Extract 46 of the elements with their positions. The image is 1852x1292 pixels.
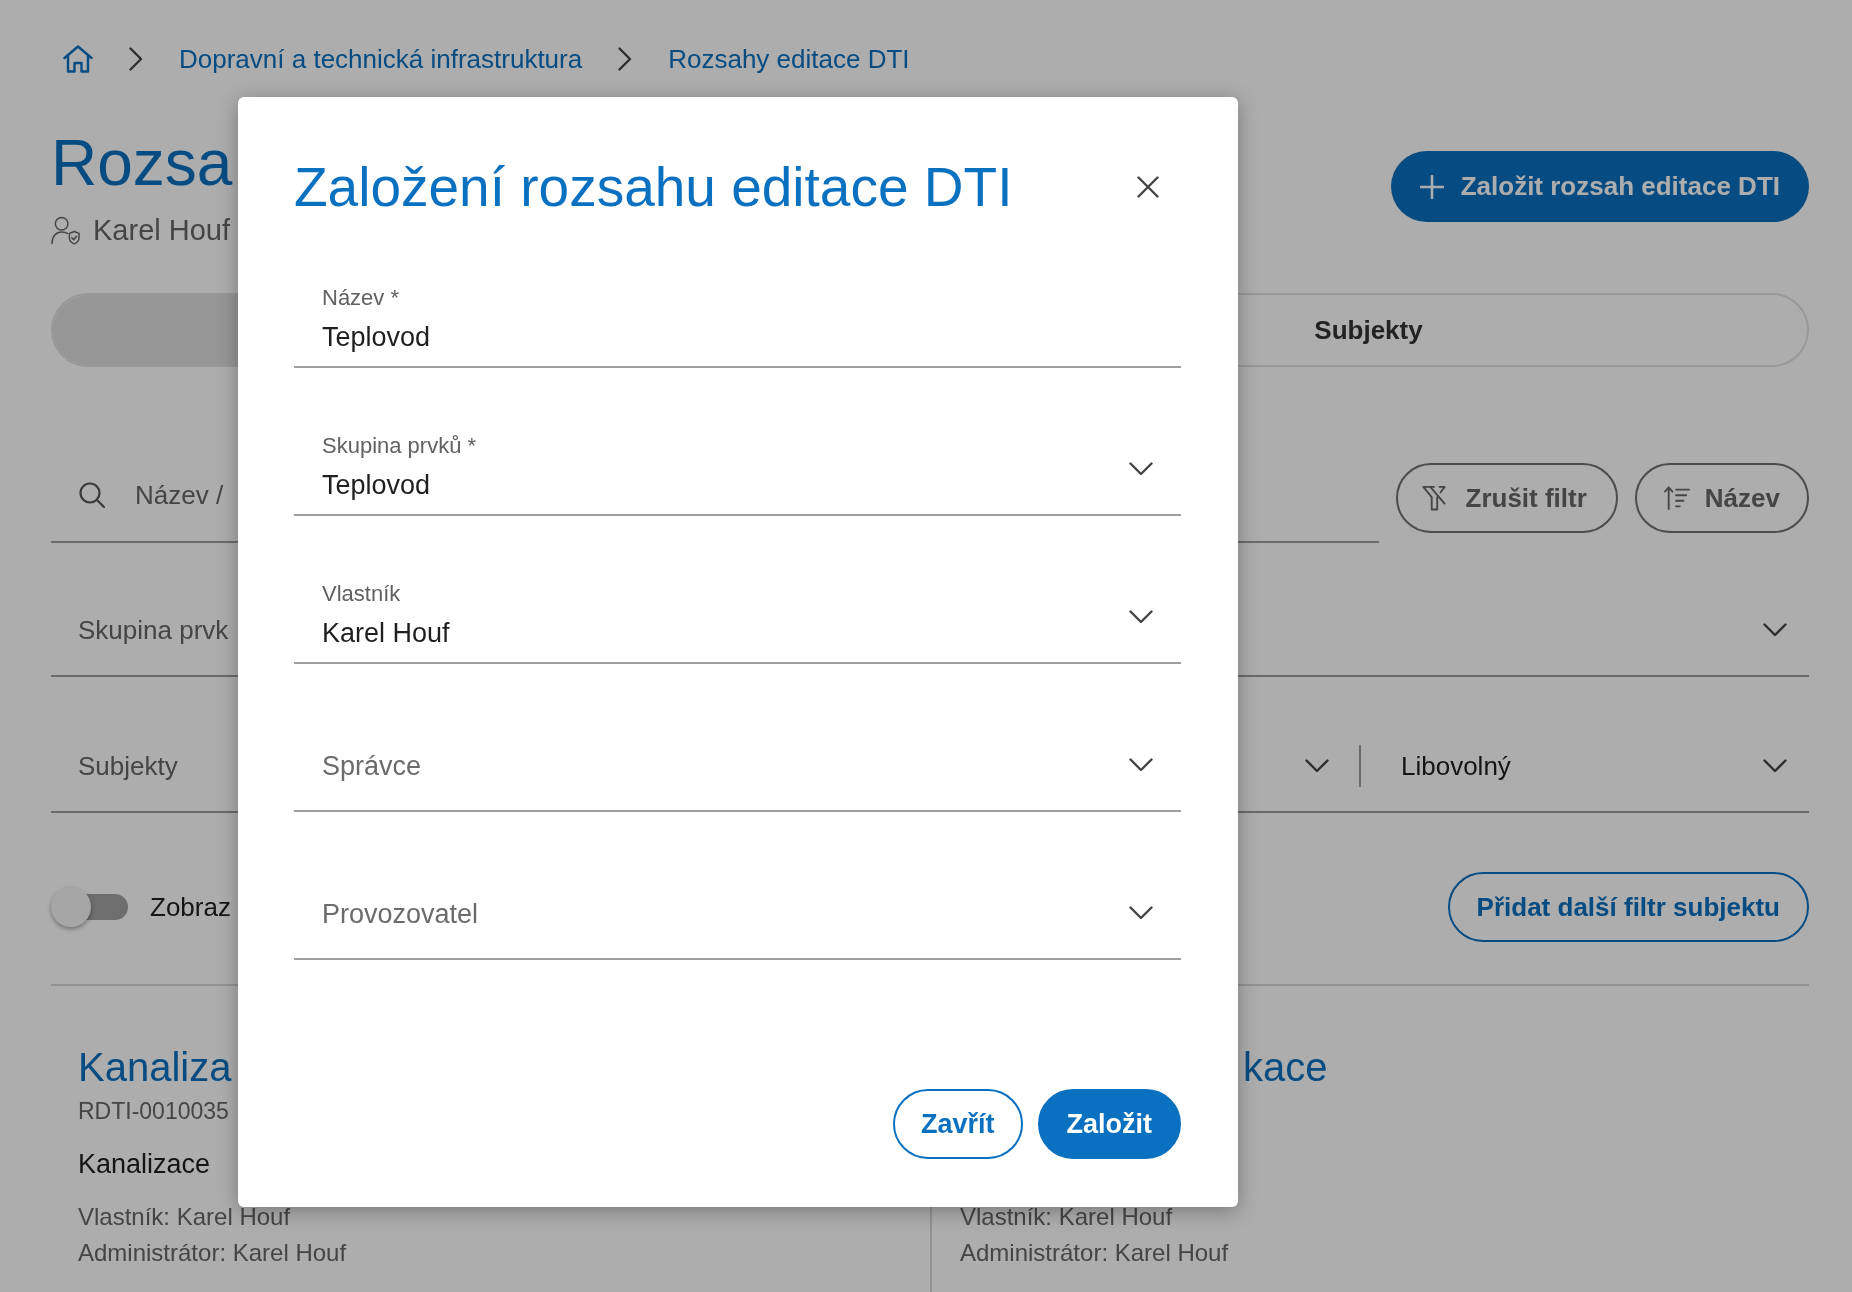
- chevron-down-icon: [1129, 906, 1153, 920]
- breadcrumb-link[interactable]: Dopravní a technická infrastruktura: [179, 41, 583, 77]
- tab[interactable]: Subjekty: [1314, 313, 1423, 347]
- chevron-down-icon: [1129, 610, 1153, 624]
- sort-button[interactable]: Název: [1634, 463, 1809, 533]
- close-icon[interactable]: [1137, 176, 1159, 198]
- select-field[interactable]: Libovolný: [1374, 735, 1809, 797]
- dialog-title: Založení rozsahu editace DTI: [294, 155, 1013, 220]
- select-field[interactable]: Provozovatel: [294, 850, 1181, 960]
- create-button[interactable]: Založit rozsah editace DTI: [1390, 151, 1809, 222]
- toggle-label: Zobraz: [150, 891, 231, 924]
- chevron-right-icon: [618, 47, 633, 71]
- sort-ascending-icon: [1663, 486, 1690, 510]
- card-title[interactable]: kace: [1243, 1043, 1328, 1091]
- chevron-down-icon: [1129, 758, 1153, 772]
- clear-filter-button[interactable]: Zrušit filtr: [1395, 463, 1618, 533]
- select-field[interactable]: Vlastník Karel Houf: [294, 554, 1181, 664]
- toggle-switch[interactable]: [51, 887, 128, 927]
- chevron-down-icon: [1305, 759, 1329, 773]
- page-title: Rozsa: [51, 126, 233, 201]
- select-field[interactable]: Skupina prvků * Teplovod: [294, 406, 1181, 516]
- close-button[interactable]: Zavřít: [892, 1089, 1023, 1159]
- card-title[interactable]: Kanaliza: [78, 1043, 232, 1091]
- submit-button[interactable]: Založit: [1037, 1089, 1181, 1159]
- breadcrumb-link[interactable]: Rozsahy editace DTI: [668, 41, 910, 77]
- card-group: Kanalizace: [78, 1147, 211, 1181]
- plus-icon: [1419, 174, 1444, 199]
- card-code: RDTI-0010035: [78, 1097, 229, 1126]
- select-field[interactable]: Subjekty: [51, 735, 238, 797]
- card-admin: Administrátor: Karel Houf: [78, 1238, 347, 1268]
- home-icon[interactable]: [63, 45, 93, 73]
- select-field[interactable]: Správce: [294, 702, 1181, 812]
- add-filter-button[interactable]: Přidat další filtr subjektu: [1447, 872, 1809, 942]
- search-icon: [79, 482, 105, 508]
- filter-off-icon: [1421, 485, 1446, 511]
- user-shield-icon: [51, 215, 80, 245]
- chevron-down-icon: [1763, 759, 1787, 773]
- select-field[interactable]: Skupina prvk: [51, 599, 238, 661]
- chevron-down-icon: [1129, 462, 1153, 476]
- card-owner: Vlastník: Karel Houf: [78, 1202, 291, 1232]
- card-owner: Vlastník: Karel Houf: [960, 1202, 1173, 1232]
- card-admin: Administrátor: Karel Houf: [960, 1238, 1229, 1268]
- owner-name: Karel Houf: [93, 213, 230, 248]
- chevron-right-icon: [129, 47, 143, 71]
- chevron-down-icon: [1763, 623, 1787, 637]
- text-field[interactable]: Název * Teplovod: [294, 258, 1181, 368]
